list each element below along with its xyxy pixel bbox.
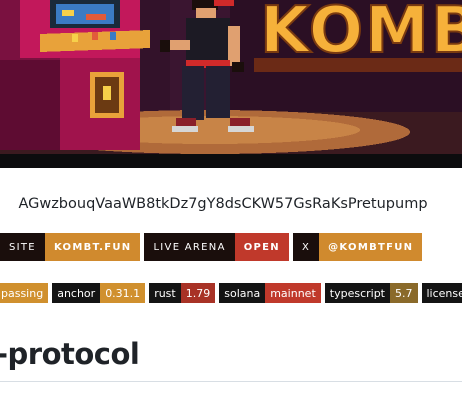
status-shields: passing anchor 0.31.1 rust 1.79 solana m… (0, 283, 462, 303)
page-heading: -protocol (0, 337, 140, 371)
token-address: AGwzbouqVaaWB8tkDz7gY8dsCKW57GsRaKsPretu… (18, 196, 428, 212)
site-badge-label: SITE (0, 233, 45, 261)
heading-divider (0, 381, 462, 382)
rust-shield[interactable]: rust 1.79 (149, 283, 216, 303)
solana-shield-value: mainnet (265, 283, 321, 303)
link-badges: SITE KOMBT.FUN LIVE ARENA OPEN X @KOMBTF… (0, 233, 423, 261)
x-badge-label: X (292, 233, 320, 261)
license-shield[interactable]: license (421, 283, 462, 303)
live-arena-badge-label: LIVE ARENA (144, 233, 235, 261)
x-badge-value: @KOMBTFUN (319, 233, 423, 261)
typescript-shield[interactable]: typescript 5.7 (324, 283, 418, 303)
build-shield-value: passing (0, 283, 49, 303)
rust-shield-label: rust (149, 283, 181, 303)
rust-shield-value: 1.79 (180, 283, 216, 303)
typescript-shield-value: 5.7 (390, 283, 418, 303)
typescript-shield-label: typescript (324, 283, 390, 303)
x-badge[interactable]: X @KOMBTFUN (292, 233, 423, 261)
pixel-art-illustration: KOMB (0, 0, 462, 168)
anchor-shield-label: anchor (52, 283, 101, 303)
anchor-shield[interactable]: anchor 0.31.1 (52, 283, 146, 303)
anchor-shield-value: 0.31.1 (100, 283, 146, 303)
site-badge-value: KOMBT.FUN (44, 233, 141, 261)
banner-title-fragment: KOMB (260, 0, 462, 68)
build-shield[interactable]: passing (0, 283, 49, 303)
license-shield-label: license (421, 283, 462, 303)
live-arena-badge-value: OPEN (234, 233, 289, 261)
site-badge[interactable]: SITE KOMBT.FUN (0, 233, 141, 261)
banner-image: KOMB (0, 0, 462, 168)
solana-shield-label: solana (219, 283, 266, 303)
live-arena-badge[interactable]: LIVE ARENA OPEN (144, 233, 289, 261)
solana-shield[interactable]: solana mainnet (219, 283, 321, 303)
